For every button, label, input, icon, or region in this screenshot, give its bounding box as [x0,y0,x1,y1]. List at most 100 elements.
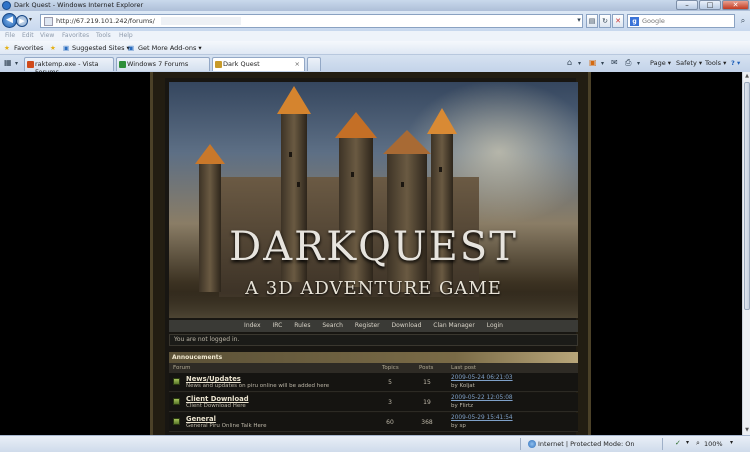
forum-icon [173,378,180,385]
forum-frame: DARKQUEST A 3D ADVENTURE GAME Index IRC … [150,72,591,435]
castle-window [401,182,404,187]
menu-help[interactable]: Help [119,32,133,39]
menu-file[interactable]: File [5,32,15,39]
forum-link[interactable]: News/Updates [186,375,241,383]
nav-dropdown-icon[interactable]: ▾ [29,16,37,24]
nav-irc[interactable]: IRC [273,322,283,329]
banner-subtitle: A 3D ADVENTURE GAME [245,278,502,299]
compat-view-icon[interactable]: ▤ [586,14,598,28]
topic-count: 5 [388,379,392,386]
forum-icon [173,418,180,425]
zoom-level[interactable]: 100% [704,440,723,448]
tab-list-icon[interactable]: ▾ [15,60,18,67]
quick-tabs-icon[interactable]: ▦ [4,58,12,67]
scrollbar-thumb[interactable] [744,82,750,310]
home-icon[interactable]: ⌂ [567,58,572,67]
mail-icon[interactable]: ✉ [611,58,618,67]
tower-roof [277,86,311,114]
back-icon[interactable]: ◀ [2,13,17,28]
last-post-author: by Flirtz [451,403,474,409]
status-divider [662,438,663,450]
search-placeholder: Google [642,17,665,25]
google-icon: g [630,17,639,26]
zoom-icon[interactable]: ⌕ [696,439,700,448]
tab-label: Windows 7 Forums [127,60,189,68]
home-dropdown-icon[interactable]: ▾ [578,60,581,67]
category-header: Annoucements [169,352,578,363]
favorites-bar: ★ Favorites ★ ▣ Suggested Sites ▾ ▣ Get … [0,41,750,55]
close-tab-icon[interactable]: × [295,60,300,68]
page-viewport: DARKQUEST A 3D ADVENTURE GAME Index IRC … [0,72,742,435]
col-topics: Topics [382,365,399,371]
nav-login[interactable]: Login [487,322,503,329]
url-ghost-text [161,17,241,25]
nav-download[interactable]: Download [392,322,422,329]
nav-index[interactable]: Index [244,322,261,329]
last-post-link[interactable]: 2009-05-22 12:05:08 [451,395,513,401]
protected-mode-icon[interactable]: ✓ [675,439,681,447]
security-zone[interactable]: Internet | Protected Mode: On [538,440,635,448]
url-dropdown-icon[interactable]: ▾ [573,14,585,28]
scroll-up-icon[interactable]: ▲ [744,73,750,79]
castle-window [297,182,300,187]
maximize-button[interactable]: □ [699,0,721,10]
favorites-button[interactable]: Favorites [14,44,43,52]
login-status: You are not logged in. [169,334,578,346]
addons-icon: ▣ [128,44,135,52]
feeds-dropdown-icon[interactable]: ▾ [601,60,604,67]
col-forum: Forum [173,365,191,371]
menu-favorites[interactable]: Favorites [62,32,89,39]
castle-window [351,172,354,177]
tab-windows7-forums[interactable]: Windows 7 Forums [116,57,210,71]
stop-icon[interactable]: ✕ [612,14,624,28]
new-tab-button[interactable] [307,57,321,71]
page-menu-button[interactable]: Page ▾ [650,59,671,67]
tab-dark-quest[interactable]: Dark Quest × [212,57,305,71]
last-post-link[interactable]: 2009-05-29 15:41:54 [451,415,513,421]
nav-search[interactable]: Search [322,322,343,329]
print-dropdown-icon[interactable]: ▾ [637,60,640,67]
close-window-button[interactable]: ✕ [722,0,749,10]
help-menu-button[interactable]: ? ▾ [731,59,740,67]
status-dropdown-icon[interactable]: ▾ [686,439,689,446]
suggested-sites-link[interactable]: Suggested Sites ▾ [72,44,130,52]
search-icon[interactable]: ⌕ [737,14,749,28]
url-field[interactable]: http://67.219.101.242/forums/ [40,14,583,28]
refresh-icon[interactable]: ↻ [599,14,611,28]
forum-row: General General Piru Online Talk Here 60… [169,413,578,432]
status-divider [520,438,521,450]
topic-count: 60 [386,419,394,426]
feeds-icon[interactable]: ▣ [589,58,597,67]
scroll-down-icon[interactable]: ▼ [744,427,750,433]
vertical-scrollbar[interactable]: ▲ ▼ [742,72,750,435]
add-favorite-icon[interactable]: ★ [50,44,56,52]
menu-tools[interactable]: Tools [96,32,111,39]
last-post-link[interactable]: 2009-05-24 06:21:03 [451,375,513,381]
status-bar: Internet | Protected Mode: On ✓ ▾ ⌕ 100%… [0,435,750,452]
topic-count: 3 [388,399,392,406]
menu-view[interactable]: View [40,32,54,39]
tab-favicon [215,61,222,68]
forward-icon[interactable]: ▶ [16,15,28,27]
tab-favicon [27,61,34,68]
nav-register[interactable]: Register [355,322,380,329]
darkquest-banner: DARKQUEST A 3D ADVENTURE GAME [169,82,578,318]
post-count: 368 [421,419,433,426]
nav-rules[interactable]: Rules [294,322,310,329]
nav-clan-manager[interactable]: Clan Manager [433,322,475,329]
tools-menu-button[interactable]: Tools ▾ [705,59,726,67]
forum-icon [173,398,180,405]
title-bar: Dark Quest - Windows Internet Explorer –… [0,0,750,11]
minimize-button[interactable]: – [676,0,698,10]
window-title: Dark Quest - Windows Internet Explorer [14,1,144,9]
site-nav: Index IRC Rules Search Register Download… [169,320,578,332]
forum-link[interactable]: Client Download [186,395,249,403]
print-icon[interactable]: ⎙ [625,58,631,68]
search-input[interactable]: g Google [627,14,735,28]
menu-edit[interactable]: Edit [22,32,34,39]
get-addons-link[interactable]: Get More Add-ons ▾ [138,44,202,52]
tab-vista-forums[interactable]: raktemp.exe - Vista Forums [24,57,114,76]
zoom-dropdown-icon[interactable]: ▾ [730,439,733,446]
safety-menu-button[interactable]: Safety ▾ [676,59,702,67]
forum-link[interactable]: General [186,415,216,423]
